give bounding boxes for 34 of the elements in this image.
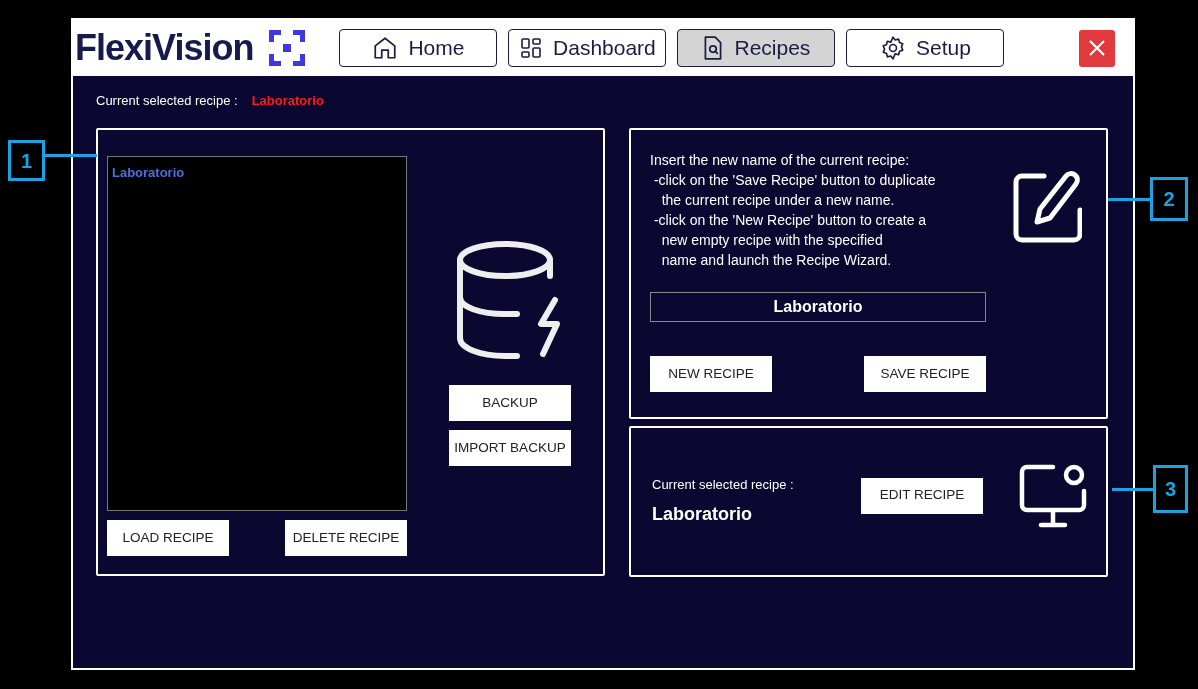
recipe-button[interactable]: SAVE RECIPE <box>864 356 986 392</box>
current-recipe-name: Laboratorio <box>652 502 753 526</box>
edit-recipe-button[interactable]: EDIT RECIPE <box>861 477 983 514</box>
recipe-list-item[interactable]: Laboratorio <box>112 163 402 183</box>
current-recipe-name: Laboratorio <box>251 92 324 111</box>
recipe-button[interactable]: NEW RECIPE <box>650 356 772 392</box>
grid-icon <box>519 36 544 60</box>
close-icon <box>1087 38 1107 58</box>
callout-number: 2 <box>1150 177 1188 221</box>
nav-tab[interactable]: Dashboard <box>508 29 667 67</box>
nav-tab[interactable]: Setup <box>846 29 1005 67</box>
database-icon <box>457 240 563 362</box>
backup-button[interactable]: BACKUP <box>449 385 571 421</box>
nav-tab[interactable]: Home <box>339 29 498 67</box>
callout-line <box>44 154 97 157</box>
callout-number: 1 <box>8 140 45 181</box>
callout-line <box>1108 198 1150 201</box>
recipe-name-field[interactable]: Laboratorio <box>650 292 986 322</box>
monitor-icon <box>1019 462 1087 529</box>
callout-number: 3 <box>1153 465 1188 513</box>
nav-tab[interactable]: Recipes <box>677 29 836 67</box>
logo-text: FlexiVision <box>75 30 254 66</box>
edit-icon <box>1012 170 1082 244</box>
backup-button[interactable]: IMPORT BACKUP <box>449 430 571 466</box>
current-recipe-label: Current selected recipe : <box>652 476 795 495</box>
recipe-button[interactable]: LOAD RECIPE <box>107 520 229 556</box>
settings-icon <box>879 35 906 61</box>
close-button[interactable] <box>1079 29 1115 67</box>
home-icon <box>372 35 399 61</box>
current-recipe-label: Current selected recipe : <box>96 92 238 111</box>
instructions-text: Insert the new name of the current recipe: -click on the 'Save Recipe' button to duplicate the current recipe under a new name. -click on the 'New Recipe' button to create a new empty recipe with the specified name and launch the Recipe Wizard. <box>650 151 937 270</box>
brackets-icon <box>269 30 306 66</box>
recipe-button[interactable]: DELETE RECIPE <box>285 520 407 556</box>
callout-line <box>1112 488 1153 491</box>
